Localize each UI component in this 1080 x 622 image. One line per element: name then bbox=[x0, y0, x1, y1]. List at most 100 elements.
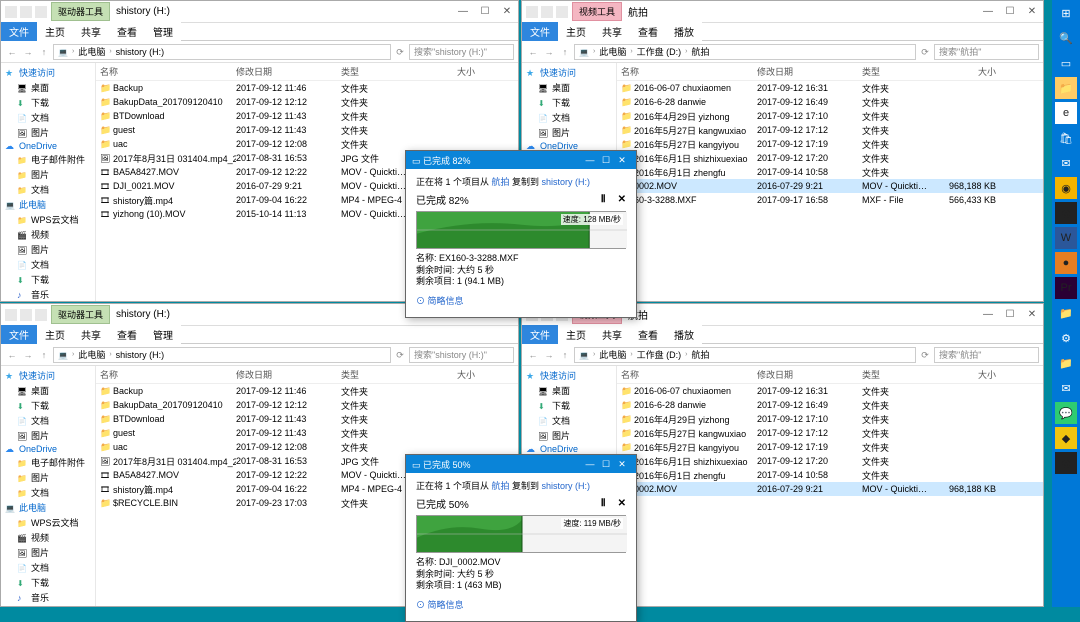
folder-icon[interactable] bbox=[5, 309, 17, 321]
breadcrumb-item[interactable]: shistory (H:) bbox=[116, 350, 165, 360]
steam2-icon[interactable]: ◎ bbox=[1055, 452, 1077, 474]
file-row[interactable]: BakupData_201709120410 2017-09-12 12:12 … bbox=[96, 398, 518, 412]
file-row[interactable]: 0002.MOV 2016-07-29 9:21 MOV - Quickti… … bbox=[617, 482, 1043, 496]
mail2-icon[interactable]: ✉ bbox=[1055, 377, 1077, 399]
sidebar-item[interactable]: 图片 bbox=[3, 167, 93, 182]
taskview-icon[interactable]: ▭ bbox=[1055, 52, 1077, 74]
sidebar-group[interactable]: 快速访问 bbox=[524, 65, 614, 80]
up-button[interactable]: ↑ bbox=[558, 348, 572, 362]
qat-icon[interactable] bbox=[556, 6, 568, 18]
sidebar-group[interactable]: 快速访问 bbox=[524, 368, 614, 383]
sidebar-group[interactable]: 快速访问 bbox=[3, 368, 93, 383]
file-row[interactable]: BTDownload 2017-09-12 11:43 文件夹 bbox=[96, 109, 518, 123]
minimize-button[interactable]: — bbox=[977, 3, 999, 21]
premiere-icon[interactable]: Pr bbox=[1055, 277, 1077, 299]
sidebar-item[interactable]: 文档 bbox=[524, 110, 614, 125]
address-bar[interactable]: ›此电脑›shistory (H:) bbox=[53, 347, 391, 363]
maximize-button[interactable]: ☐ bbox=[598, 459, 614, 470]
breadcrumb-item[interactable]: 工作盘 (D:) bbox=[637, 45, 682, 58]
sidebar-item[interactable]: 文档 bbox=[3, 182, 93, 197]
tab-view[interactable]: 查看 bbox=[109, 22, 145, 41]
store-icon[interactable]: 🛍 bbox=[1055, 127, 1077, 149]
file-row[interactable]: uac 2017-09-12 12:08 文件夹 bbox=[96, 440, 518, 454]
tab-share[interactable]: 共享 bbox=[594, 325, 630, 344]
qat-icon[interactable] bbox=[541, 6, 553, 18]
sidebar-item[interactable]: 图片 bbox=[524, 125, 614, 140]
search-input[interactable]: 搜索"shistory (H:)" bbox=[409, 44, 514, 60]
col-header-date[interactable]: 修改日期 bbox=[757, 368, 862, 381]
sidebar-item[interactable]: 视频 bbox=[3, 227, 93, 242]
dialog-title-bar[interactable]: ▭ 已完成 50% —☐✕ bbox=[406, 455, 636, 473]
breadcrumb-item[interactable]: 此电脑 bbox=[78, 348, 105, 361]
address-bar[interactable]: ›此电脑›shistory (H:) bbox=[53, 44, 391, 60]
sidebar-item[interactable]: 桌面 bbox=[3, 605, 93, 606]
minimize-button[interactable]: — bbox=[977, 306, 999, 324]
qat-icon[interactable] bbox=[20, 6, 32, 18]
word-icon[interactable]: W bbox=[1055, 227, 1077, 249]
sidebar-item[interactable]: 视频 bbox=[3, 530, 93, 545]
up-button[interactable]: ↑ bbox=[37, 45, 51, 59]
sidebar-item[interactable]: 下载 bbox=[524, 398, 614, 413]
address-bar[interactable]: ›此电脑›工作盘 (D:)›航拍 bbox=[574, 44, 916, 60]
file-row[interactable]: 2016年5月27日 kangyiyou 2017-09-12 17:19 文件… bbox=[617, 137, 1043, 151]
file-row[interactable]: 60-3-3288.MXF 2017-09-17 16:58 MXF - Fil… bbox=[617, 193, 1043, 207]
sidebar-item[interactable]: 图片 bbox=[524, 428, 614, 443]
close-button[interactable]: ✕ bbox=[1021, 3, 1043, 21]
copy-src-link[interactable]: 航拍 bbox=[492, 481, 510, 491]
sidebar-item[interactable]: 下载 bbox=[3, 95, 93, 110]
search-input[interactable]: 搜索"shistory (H:)" bbox=[409, 347, 514, 363]
dialog-title-bar[interactable]: ▭ 已完成 82% —☐✕ bbox=[406, 151, 636, 169]
file-row[interactable]: Backup 2017-09-12 11:46 文件夹 bbox=[96, 81, 518, 95]
file-row[interactable]: 2016年6月1日 shizhixuexiao 2017-09-12 17:20… bbox=[617, 454, 1043, 468]
contextual-tools-tab[interactable]: 驱动器工具 bbox=[51, 305, 110, 324]
sidebar-item[interactable]: 图片 bbox=[3, 545, 93, 560]
back-button[interactable]: ← bbox=[5, 45, 19, 59]
file-row[interactable]: uac 2017-09-12 12:08 文件夹 bbox=[96, 137, 518, 151]
file-row[interactable]: 2016年6月1日 zhengfu 2017-09-14 10:58 文件夹 bbox=[617, 165, 1043, 179]
col-header-size[interactable]: 大小 bbox=[421, 65, 481, 78]
maximize-button[interactable]: ☐ bbox=[598, 155, 614, 166]
sidebar-item[interactable]: 文档 bbox=[3, 485, 93, 500]
cancel-button[interactable]: ✕ bbox=[618, 498, 626, 509]
file-row[interactable]: BakupData_201709120410 2017-09-12 12:12 … bbox=[96, 95, 518, 109]
sidebar-item[interactable]: 音乐 bbox=[3, 287, 93, 301]
breadcrumb-item[interactable]: 航拍 bbox=[692, 348, 710, 361]
col-header-size[interactable]: 大小 bbox=[942, 368, 1002, 381]
file-row[interactable]: Backup 2017-09-12 11:46 文件夹 bbox=[96, 384, 518, 398]
edge-icon[interactable]: e bbox=[1055, 102, 1077, 124]
tab-context[interactable]: 播放 bbox=[666, 22, 702, 41]
col-header-size[interactable]: 大小 bbox=[421, 368, 481, 381]
forward-button[interactable]: → bbox=[21, 45, 35, 59]
refresh-button[interactable]: ⟳ bbox=[393, 45, 407, 59]
up-button[interactable]: ↑ bbox=[37, 348, 51, 362]
sidebar-item[interactable]: 下载 bbox=[3, 398, 93, 413]
details-toggle[interactable]: ⊙ 简略信息 bbox=[416, 294, 626, 307]
details-toggle[interactable]: ⊙ 简略信息 bbox=[416, 598, 626, 611]
file-row[interactable]: 2016年5月27日 kangyiyou 2017-09-12 17:19 文件… bbox=[617, 440, 1043, 454]
sidebar-item[interactable]: WPS云文档 bbox=[3, 212, 93, 227]
refresh-button[interactable]: ⟳ bbox=[393, 348, 407, 362]
maximize-button[interactable]: ☐ bbox=[474, 3, 496, 21]
sidebar-item[interactable]: 音乐 bbox=[3, 590, 93, 605]
tab-share[interactable]: 共享 bbox=[73, 22, 109, 41]
close-button[interactable]: ✕ bbox=[496, 3, 518, 21]
sidebar-item[interactable]: 文档 bbox=[3, 413, 93, 428]
forward-button[interactable]: → bbox=[21, 348, 35, 362]
file-row[interactable]: 0002.MOV 2016-07-29 9:21 MOV - Quickti… … bbox=[617, 179, 1043, 193]
folder-icon[interactable] bbox=[526, 6, 538, 18]
sidebar-item[interactable]: 下载 bbox=[524, 95, 614, 110]
qat-icon[interactable] bbox=[20, 309, 32, 321]
cancel-button[interactable]: ✕ bbox=[618, 194, 626, 205]
sidebar-item[interactable]: 文档 bbox=[524, 413, 614, 428]
col-header-type[interactable]: 类型 bbox=[341, 65, 421, 78]
file-row[interactable]: 2016年4月29日 yizhong 2017-09-12 17:10 文件夹 bbox=[617, 412, 1043, 426]
forward-button[interactable]: → bbox=[542, 45, 556, 59]
col-header-type[interactable]: 类型 bbox=[862, 65, 942, 78]
breadcrumb-item[interactable]: 此电脑 bbox=[599, 45, 626, 58]
sidebar-item[interactable]: 图片 bbox=[3, 428, 93, 443]
copy-dst-link[interactable]: shistory (H:) bbox=[542, 481, 591, 491]
minimize-button[interactable]: — bbox=[582, 459, 598, 469]
contextual-tools-tab[interactable]: 视频工具 bbox=[572, 2, 622, 21]
close-button[interactable]: ✕ bbox=[614, 459, 630, 470]
chrome-icon[interactable]: ◉ bbox=[1055, 177, 1077, 199]
